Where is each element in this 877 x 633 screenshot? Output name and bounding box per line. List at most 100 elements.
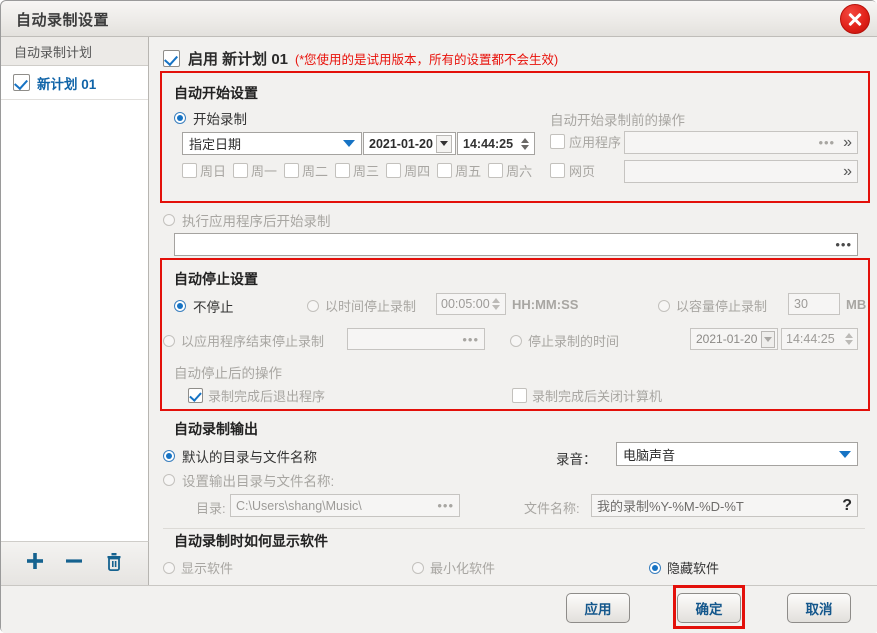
stop-date-dropdown-button[interactable]: [761, 330, 775, 348]
weekday-checkbox-sat[interactable]: [488, 163, 504, 178]
radio-stop-by-time-row[interactable]: 以时间停止录制: [307, 296, 416, 315]
radio-stop-by-time-label: 以时间停止录制: [325, 299, 417, 314]
after-app-field[interactable]: •••: [174, 233, 858, 256]
browse-icon[interactable]: •••: [437, 498, 454, 513]
exit-program-row[interactable]: 录制完成后退出程序: [188, 386, 325, 405]
stop-clock-field[interactable]: 14:44:25: [781, 328, 858, 350]
start-date-value: 2021-01-20: [369, 136, 433, 151]
display-settings-title: 自动录制时如何显示软件: [174, 533, 328, 549]
weekday-checkbox-thu[interactable]: [386, 163, 402, 178]
date-mode-select[interactable]: 指定日期: [182, 132, 362, 155]
radio-stop-by-app-end[interactable]: [163, 334, 175, 347]
content-divider: [163, 528, 865, 529]
radio-stop-at-time-label: 停止录制的时间: [528, 334, 620, 349]
remove-plan-icon[interactable]: [63, 550, 85, 577]
weekday-checkbox-mon[interactable]: [233, 163, 249, 178]
chevron-down-icon: [764, 336, 772, 342]
output-filename-field[interactable]: 我的录制%Y-%M-%D-%T ?: [591, 494, 858, 517]
dir-label: 目录:: [196, 501, 226, 516]
radio-stop-by-size-row[interactable]: 以容量停止录制: [658, 296, 767, 315]
weekday-checkbox-wed[interactable]: [335, 163, 351, 178]
radio-custom-dir[interactable]: [163, 474, 175, 486]
radio-after-app-label: 执行应用程序后开始录制: [182, 214, 331, 229]
shutdown-pc-row[interactable]: 录制完成后关闭计算机: [512, 386, 662, 405]
start-date-select[interactable]: 2021-01-20: [363, 132, 456, 155]
radio-no-stop[interactable]: [174, 300, 186, 312]
start-time-field[interactable]: 14:44:25: [457, 132, 535, 155]
radio-minimize-app[interactable]: [412, 561, 424, 574]
output-settings-title: 自动录制输出: [174, 421, 258, 437]
radio-default-dir-row[interactable]: 默认的目录与文件名称: [163, 446, 317, 466]
plan-checkbox[interactable]: [13, 74, 30, 91]
window-title: 自动录制设置: [16, 12, 110, 29]
radio-start-record-row[interactable]: 开始录制: [174, 108, 247, 128]
output-dir-field[interactable]: C:\Users\shang\Music\ •••: [230, 494, 460, 517]
stop-time-value: 00:05:00: [441, 297, 490, 311]
app-action-field[interactable]: ••• »: [624, 131, 858, 154]
radio-stop-by-size[interactable]: [658, 299, 670, 312]
stop-date-select[interactable]: 2021-01-20: [690, 328, 778, 350]
shutdown-pc-checkbox[interactable]: [512, 388, 527, 403]
stop-app-end-field[interactable]: •••: [347, 328, 485, 350]
radio-after-app-row[interactable]: 执行应用程序后开始录制: [163, 210, 331, 230]
browse-icon[interactable]: •••: [835, 237, 852, 252]
enable-plan-row: 启用 新计划 01 (*您使用的是试用版本，所有的设置都不会生效): [163, 48, 558, 69]
weekday-checkbox-tue[interactable]: [284, 163, 300, 178]
web-action-field[interactable]: »: [624, 160, 858, 183]
ok-button[interactable]: 确定: [677, 593, 741, 623]
spinner-down-icon: [492, 305, 501, 310]
radio-show-app[interactable]: [163, 561, 175, 574]
radio-stop-by-time[interactable]: [307, 299, 319, 312]
radio-after-app[interactable]: [163, 214, 175, 226]
sidebar-toolbar: [1, 541, 149, 585]
date-dropdown-button[interactable]: [436, 134, 452, 153]
stop-time-spinner[interactable]: [490, 294, 503, 314]
expand-icon[interactable]: »: [843, 163, 852, 180]
start-time-spinner[interactable]: [518, 134, 532, 154]
pre-actions-title: 自动开始录制前的操作: [550, 113, 685, 128]
expand-icon[interactable]: »: [843, 134, 852, 151]
close-icon[interactable]: [840, 4, 870, 34]
radio-no-stop-row[interactable]: 不停止: [174, 296, 234, 316]
help-icon[interactable]: ?: [842, 497, 852, 515]
chevron-down-icon: [839, 450, 851, 458]
weekday-checkbox-sun[interactable]: [182, 163, 197, 178]
radio-hide-app[interactable]: [649, 561, 661, 574]
stop-size-field[interactable]: 30: [788, 293, 840, 315]
radio-stop-by-app-end-row[interactable]: 以应用程序结束停止录制: [163, 331, 324, 350]
stop-clock-spinner[interactable]: [842, 329, 856, 349]
browse-icon[interactable]: •••: [818, 135, 835, 150]
radio-hide-app-label: 隐藏软件: [667, 561, 720, 576]
app-action-checkbox[interactable]: [550, 134, 565, 149]
radio-minimize-app-row[interactable]: 最小化软件: [412, 558, 495, 577]
auto-record-settings-dialog: 自动录制设置 自动录制计划 新计划 01 启用 新计划 01 (*您使用的是试用…: [0, 0, 877, 633]
cancel-button[interactable]: 取消: [787, 593, 851, 623]
radio-default-dir[interactable]: [163, 450, 175, 462]
radio-show-app-label: 显示软件: [181, 561, 234, 576]
radio-stop-at-time[interactable]: [510, 334, 522, 347]
web-action-checkbox[interactable]: [550, 163, 565, 178]
sidebar-item-plan-01[interactable]: 新计划 01: [1, 66, 148, 100]
radio-show-app-row[interactable]: 显示软件: [163, 558, 233, 577]
radio-stop-at-time-row[interactable]: 停止录制的时间: [510, 331, 619, 350]
stop-time-field[interactable]: 00:05:00: [436, 293, 506, 315]
exit-program-checkbox[interactable]: [188, 388, 203, 403]
apply-button[interactable]: 应用: [566, 593, 630, 623]
trash-icon[interactable]: [103, 550, 125, 577]
shutdown-pc-label: 录制完成后关闭计算机: [532, 389, 663, 404]
weekday-checkbox-fri[interactable]: [437, 163, 453, 178]
radio-minimize-app-label: 最小化软件: [430, 561, 496, 576]
stop-settings-title: 自动停止设置: [174, 271, 258, 287]
radio-custom-dir-row[interactable]: 设置输出目录与文件名称:: [163, 470, 334, 490]
weekday-label-sat: 周六: [506, 164, 533, 179]
chevron-down-icon: [440, 141, 448, 146]
enable-plan-checkbox[interactable]: [163, 50, 180, 67]
radio-hide-app-row[interactable]: 隐藏软件: [649, 558, 719, 577]
add-plan-icon[interactable]: [24, 550, 46, 577]
audio-source-select[interactable]: 电脑声音: [616, 442, 858, 466]
radio-start-record-label: 开始录制: [193, 112, 247, 127]
radio-start-record[interactable]: [174, 112, 186, 124]
title-bar: 自动录制设置: [1, 1, 877, 37]
radio-stop-by-app-end-label: 以应用程序结束停止录制: [181, 334, 325, 349]
browse-icon[interactable]: •••: [462, 332, 479, 347]
